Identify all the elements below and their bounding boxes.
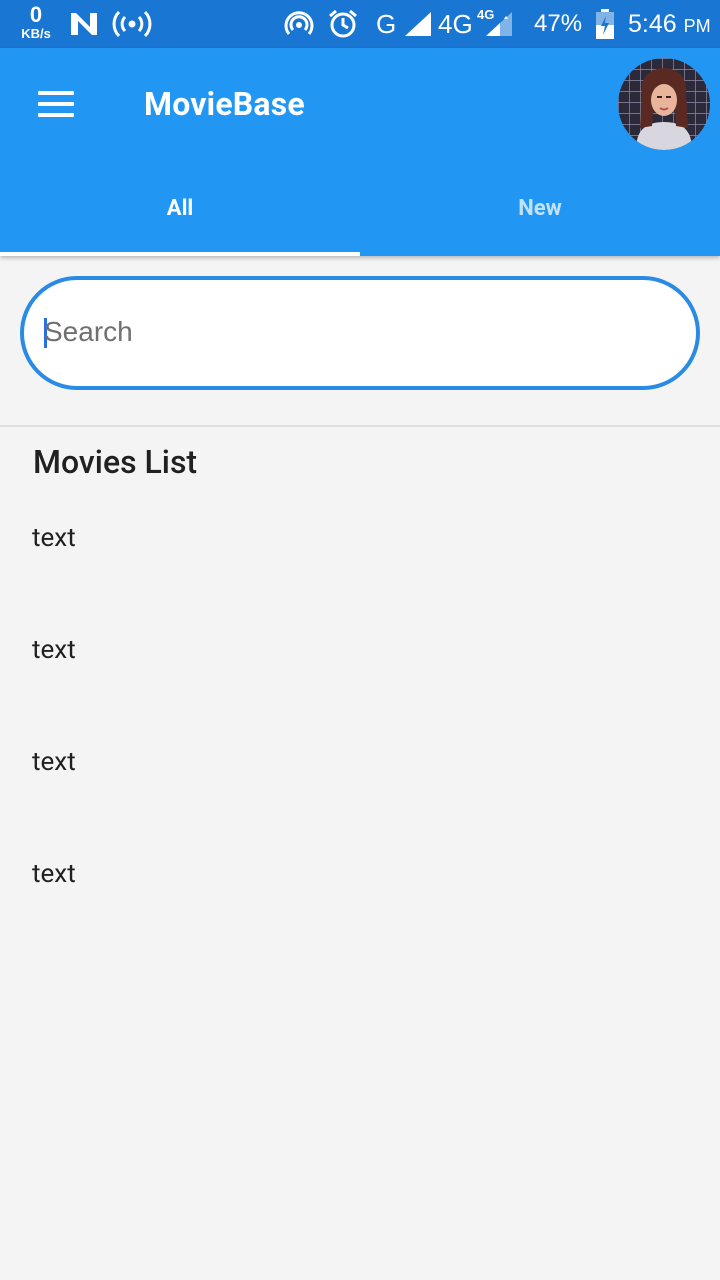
- avatar-image: [618, 58, 710, 150]
- tab-all-label: All: [166, 195, 194, 221]
- menu-button[interactable]: [24, 80, 88, 128]
- signal-icon: [486, 12, 512, 36]
- network-speed-unit: KB/s: [21, 26, 51, 41]
- tab-all[interactable]: All: [0, 160, 360, 256]
- clock-ampm: PM: [683, 16, 711, 36]
- hamburger-menu-icon-bar: [38, 113, 74, 117]
- list-item[interactable]: text: [0, 620, 720, 732]
- clock-time: 5:46: [628, 10, 677, 38]
- signal-icon: [405, 12, 431, 36]
- search-input[interactable]: [44, 300, 664, 364]
- search-box: [20, 276, 700, 390]
- network-type-4g: 4G: [438, 9, 473, 39]
- profile-avatar[interactable]: [618, 58, 710, 150]
- battery-percent: 47%: [534, 10, 583, 37]
- tab-new[interactable]: New: [360, 160, 720, 256]
- app-title: MovieBase: [144, 85, 305, 123]
- divider: [0, 425, 720, 427]
- notification-n-icon: [71, 13, 97, 35]
- hamburger-menu-icon-bar: [38, 102, 74, 106]
- app-bar: MovieBase All New: [0, 48, 720, 256]
- movies-list-heading: Movies List: [33, 443, 198, 481]
- hotspot-icon: [112, 10, 152, 38]
- list-item[interactable]: text: [0, 508, 720, 620]
- list-item[interactable]: text: [0, 844, 720, 956]
- tab-new-label: New: [518, 195, 562, 221]
- status-bar: 0 KB/s G 4G 4G 47% 5:46 PM: [0, 0, 720, 48]
- hamburger-menu-icon: [38, 91, 74, 95]
- network-speed: 0 KB/s: [16, 2, 56, 41]
- tab-indicator: [0, 252, 360, 256]
- list-item[interactable]: text: [0, 732, 720, 844]
- tab-bar: All New: [0, 160, 720, 256]
- movie-list: text text text text: [0, 508, 720, 956]
- network-type-g: G: [376, 9, 397, 39]
- network-speed-value: 0: [29, 2, 43, 27]
- nfc-icon: [284, 11, 314, 35]
- alarm-icon: [329, 9, 357, 38]
- clock: 5:46 PM: [628, 8, 711, 42]
- battery-charging-icon: [596, 9, 614, 39]
